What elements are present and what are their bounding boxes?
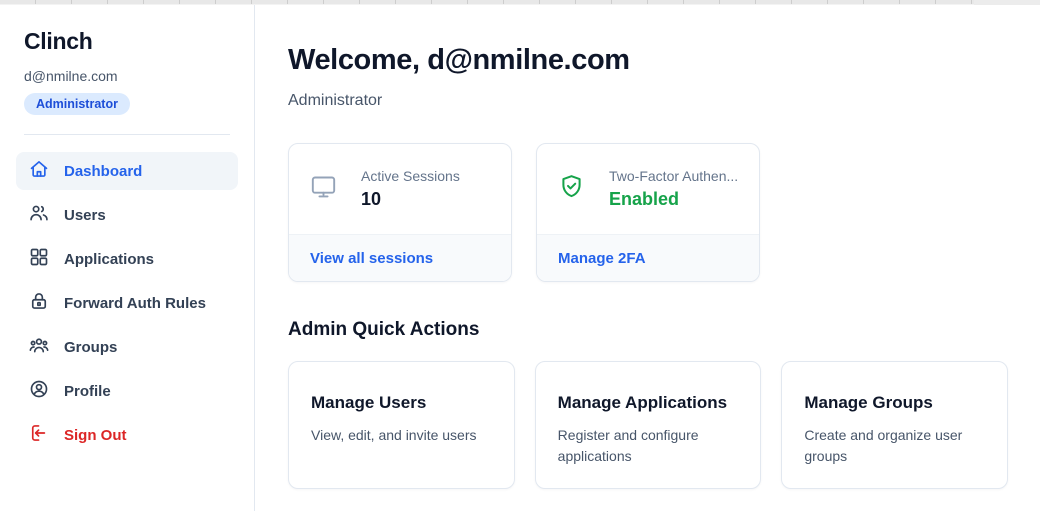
sidebar-item-label: Dashboard: [64, 163, 142, 180]
action-card-title: Manage Applications: [558, 393, 739, 413]
users-icon: [29, 203, 49, 227]
apps-grid-icon: [29, 247, 49, 271]
user-group-icon: [29, 335, 49, 359]
monitor-icon: [310, 173, 337, 205]
active-sessions-card: Active Sessions 10 View all sessions: [288, 143, 512, 282]
sidebar-item-dashboard[interactable]: Dashboard: [16, 152, 238, 190]
sidebar: Clinch d@nmilne.com Administrator Dashbo…: [0, 5, 255, 511]
sidebar-nav: Dashboard Users Applications Forward Aut…: [16, 152, 238, 454]
quick-actions-heading: Admin Quick Actions: [288, 319, 1008, 341]
action-card-title: Manage Users: [311, 393, 492, 413]
sidebar-item-profile[interactable]: Profile: [16, 372, 238, 410]
stat-value: 10: [361, 189, 460, 210]
stats-row: Active Sessions 10 View all sessions Two…: [288, 143, 1008, 282]
action-card-description: Create and organize user groups: [804, 425, 985, 467]
action-card-title: Manage Groups: [804, 393, 985, 413]
home-icon: [29, 159, 49, 183]
stat-label: Active Sessions: [361, 168, 460, 184]
sidebar-item-users[interactable]: Users: [16, 196, 238, 234]
sidebar-divider: [24, 134, 230, 135]
two-factor-card: Two-Factor Authen... Enabled Manage 2FA: [536, 143, 760, 282]
quick-actions-row: Manage Users View, edit, and invite user…: [288, 361, 1008, 489]
sign-out-icon: [29, 423, 49, 447]
stat-card-footer: Manage 2FA: [537, 234, 759, 281]
sidebar-item-label: Profile: [64, 383, 111, 400]
manage-users-card[interactable]: Manage Users View, edit, and invite user…: [288, 361, 515, 489]
user-circle-icon: [29, 379, 49, 403]
sidebar-item-label: Groups: [64, 339, 117, 356]
action-card-description: Register and configure applications: [558, 425, 739, 467]
page-subtitle: Administrator: [288, 92, 1008, 110]
lock-icon: [29, 291, 49, 315]
manage-groups-card[interactable]: Manage Groups Create and organize user g…: [781, 361, 1008, 489]
view-all-sessions-link[interactable]: View all sessions: [310, 250, 433, 267]
sidebar-item-label: Sign Out: [64, 427, 127, 444]
sidebar-item-applications[interactable]: Applications: [16, 240, 238, 278]
manage-2fa-link[interactable]: Manage 2FA: [558, 250, 646, 267]
role-badge: Administrator: [24, 93, 130, 115]
stat-card-footer: View all sessions: [289, 234, 511, 281]
sidebar-item-forward-auth-rules[interactable]: Forward Auth Rules: [16, 284, 238, 322]
shield-check-icon: [558, 173, 585, 205]
action-card-description: View, edit, and invite users: [311, 425, 492, 446]
sidebar-item-label: Applications: [64, 251, 154, 268]
sidebar-item-sign-out[interactable]: Sign Out: [16, 416, 238, 454]
stat-label: Two-Factor Authen...: [609, 168, 738, 184]
app-logo: Clinch: [24, 28, 230, 55]
sidebar-item-groups[interactable]: Groups: [16, 328, 238, 366]
sidebar-item-label: Forward Auth Rules: [64, 295, 206, 312]
admin-dashboard-screen: Clinch d@nmilne.com Administrator Dashbo…: [0, 0, 1040, 511]
user-email: d@nmilne.com: [24, 68, 230, 84]
sidebar-item-label: Users: [64, 207, 106, 224]
main-content: Welcome, d@nmilne.com Administrator Acti…: [256, 5, 1040, 511]
stat-value: Enabled: [609, 189, 738, 210]
manage-applications-card[interactable]: Manage Applications Register and configu…: [535, 361, 762, 489]
page-title: Welcome, d@nmilne.com: [288, 44, 1008, 77]
